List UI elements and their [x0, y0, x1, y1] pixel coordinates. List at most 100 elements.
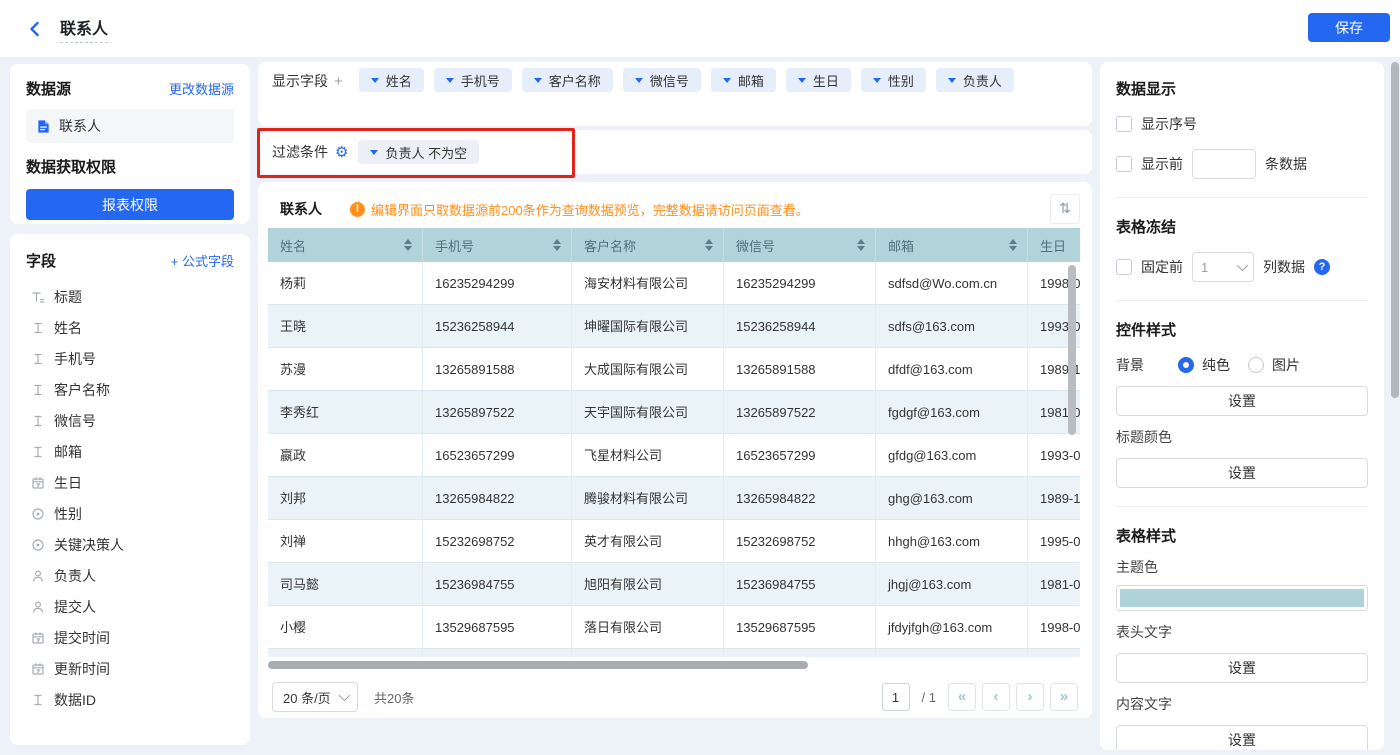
field-item-邮箱[interactable]: 邮箱 — [26, 436, 234, 467]
field-item-提交时间[interactable]: 提交时间 — [26, 622, 234, 653]
table-cell — [572, 649, 724, 657]
filter-condition-chip[interactable]: 负责人 不为空 — [358, 140, 480, 164]
sort-carets-icon[interactable] — [705, 239, 713, 251]
table-row[interactable]: 李秀红 13265897522 天宇国际有限公司 13265897522 fgdgf@1… — [268, 391, 1080, 434]
header-text-set-button[interactable]: 设置 — [1116, 653, 1368, 683]
datasource-item[interactable]: 联系人 — [26, 109, 234, 143]
background-solid-option[interactable]: 纯色 — [1178, 355, 1230, 375]
filter-settings-gear-icon[interactable]: ⚙ — [335, 143, 348, 161]
table-row[interactable]: 杨莉 16235294299 海安材料有限公司 16235294299 sdfsd@Wo… — [268, 262, 1080, 305]
column-header-客户名称[interactable]: 客户名称 — [572, 228, 724, 262]
field-item-生日[interactable]: 生日 — [26, 467, 234, 498]
back-button[interactable] — [26, 20, 44, 38]
person-field-icon — [30, 568, 45, 583]
sort-toggle-button[interactable]: ⇅ — [1050, 194, 1080, 224]
table-horizontal-scrollbar[interactable] — [268, 660, 1080, 670]
column-header-手机号[interactable]: 手机号 — [423, 228, 572, 262]
sort-carets-icon[interactable] — [553, 239, 561, 251]
back-chevron-icon — [30, 21, 39, 36]
field-item-提交人[interactable]: 提交人 — [26, 591, 234, 622]
table-cell: gfdg@163.com — [876, 434, 1028, 477]
table-row[interactable] — [268, 649, 1080, 657]
page-size-select[interactable]: 20 条/页 — [272, 682, 358, 712]
field-item-更新时间[interactable]: 更新时间 — [26, 653, 234, 684]
datasource-panel: 数据源 更改数据源 联系人 数据获取权限 报表权限 — [10, 64, 250, 224]
table-vertical-scrollbar[interactable] — [1068, 265, 1076, 435]
horizontal-scrollbar-thumb[interactable] — [268, 661, 808, 669]
report-permission-button[interactable]: 报表权限 — [26, 189, 234, 220]
column-header-姓名[interactable]: 姓名 — [268, 228, 423, 262]
table-row[interactable]: 嬴政 16523657299 飞星材料公司 16523657299 gfdg@163.c… — [268, 434, 1080, 477]
table-cell — [876, 649, 1028, 657]
chip-label: 性别 — [887, 73, 914, 89]
solid-radio[interactable] — [1178, 357, 1194, 373]
table-cell: 1995-01 — [1028, 520, 1080, 563]
table-row[interactable]: 苏漫 13265891588 大成国际有限公司 13265891588 dfdf@163… — [268, 348, 1080, 391]
field-item-性别[interactable]: 性别 — [26, 498, 234, 529]
table-cell: 旭阳有限公司 — [572, 563, 724, 606]
content-text-set-button[interactable]: 设置 — [1116, 725, 1368, 750]
table-cell: 飞星材料公司 — [572, 434, 724, 477]
chevron-down-icon — [338, 689, 351, 702]
display-field-chip-客户名称[interactable]: 客户名称 — [521, 68, 613, 92]
next-page-button[interactable]: › — [1016, 683, 1044, 711]
page-number-input[interactable]: 1 — [881, 683, 910, 711]
table-cell: 13529687595 — [423, 606, 572, 649]
display-field-chip-生日[interactable]: 生日 — [785, 68, 851, 92]
field-item-客户名称[interactable]: 客户名称 — [26, 374, 234, 405]
field-item-数据ID[interactable]: 数据ID — [26, 684, 234, 715]
prev-page-button[interactable]: ‹ — [982, 683, 1010, 711]
sort-carets-icon[interactable] — [404, 239, 412, 251]
table-row[interactable]: 刘邦 13265984822 腾骏材料有限公司 13265984822 ghg@163.… — [268, 477, 1080, 520]
field-item-手机号[interactable]: 手机号 — [26, 343, 234, 374]
background-set-button[interactable]: 设置 — [1116, 386, 1368, 416]
freeze-count-select[interactable]: 1 — [1192, 252, 1254, 282]
display-field-chip-邮箱[interactable]: 邮箱 — [710, 68, 776, 92]
field-label: 生日 — [54, 474, 82, 491]
table-row[interactable]: 王晓 15236258944 坤曜国际有限公司 15236258944 sdfs@163… — [268, 305, 1080, 348]
sort-carets-icon[interactable] — [857, 239, 865, 251]
page-scrollbar[interactable] — [1391, 60, 1399, 750]
display-field-chip-性别[interactable]: 性别 — [860, 68, 926, 92]
field-item-姓名[interactable]: 姓名 — [26, 312, 234, 343]
display-field-chip-微信号[interactable]: 微信号 — [622, 68, 701, 92]
field-label: 负责人 — [54, 567, 96, 584]
field-item-关键决策人[interactable]: 关键决策人 — [26, 529, 234, 560]
theme-color-swatch[interactable] — [1116, 585, 1368, 611]
chip-label: 手机号 — [460, 73, 500, 89]
add-display-field-button[interactable]: + — [334, 73, 343, 90]
image-radio[interactable] — [1248, 357, 1264, 373]
freeze-checkbox[interactable] — [1116, 259, 1132, 275]
first-page-button[interactable]: « — [948, 683, 976, 711]
field-item-标题[interactable]: 标题 — [26, 281, 234, 312]
show-first-count-input[interactable] — [1192, 149, 1256, 179]
display-field-chip-负责人[interactable]: 负责人 — [935, 68, 1014, 92]
display-field-chip-姓名[interactable]: 姓名 — [358, 68, 424, 92]
background-image-option[interactable]: 图片 — [1248, 355, 1300, 375]
change-datasource-link[interactable]: 更改数据源 — [169, 79, 234, 98]
page-scrollbar-thumb[interactable] — [1391, 62, 1399, 398]
display-field-chip-手机号[interactable]: 手机号 — [433, 68, 512, 92]
table-cell: 16235294299 — [724, 262, 876, 305]
display-fields-label-text: 显示字段 — [272, 73, 328, 89]
last-page-button[interactable]: » — [1050, 683, 1078, 711]
column-header-生日[interactable]: 生日 — [1028, 228, 1080, 262]
field-item-微信号[interactable]: 微信号 — [26, 405, 234, 436]
title-color-set-button[interactable]: 设置 — [1116, 458, 1368, 488]
show-index-checkbox[interactable] — [1116, 116, 1132, 132]
column-header-邮箱[interactable]: 邮箱 — [876, 228, 1028, 262]
add-formula-field-link[interactable]: + 公式字段 — [171, 251, 234, 270]
help-icon[interactable]: ? — [1314, 259, 1330, 275]
chevron-down-icon — [797, 77, 806, 83]
table-row[interactable]: 小樱 13529687595 落日有限公司 13529687595 jfdyjfgh@1… — [268, 606, 1080, 649]
show-first-checkbox[interactable] — [1116, 156, 1132, 172]
date-field-icon — [30, 630, 45, 645]
table-row[interactable]: 司马懿 15236984755 旭阳有限公司 15236984755 jhgj@163.… — [268, 563, 1080, 606]
table-row[interactable]: 刘禅 15232698752 英才有限公司 15232698752 hhgh@163.c… — [268, 520, 1080, 563]
table-cell: 刘邦 — [268, 477, 423, 520]
sort-carets-icon[interactable] — [1009, 239, 1017, 251]
column-header-微信号[interactable]: 微信号 — [724, 228, 876, 262]
table-cell: 15236258944 — [724, 305, 876, 348]
field-item-负责人[interactable]: 负责人 — [26, 560, 234, 591]
save-button[interactable]: 保存 — [1308, 13, 1390, 42]
